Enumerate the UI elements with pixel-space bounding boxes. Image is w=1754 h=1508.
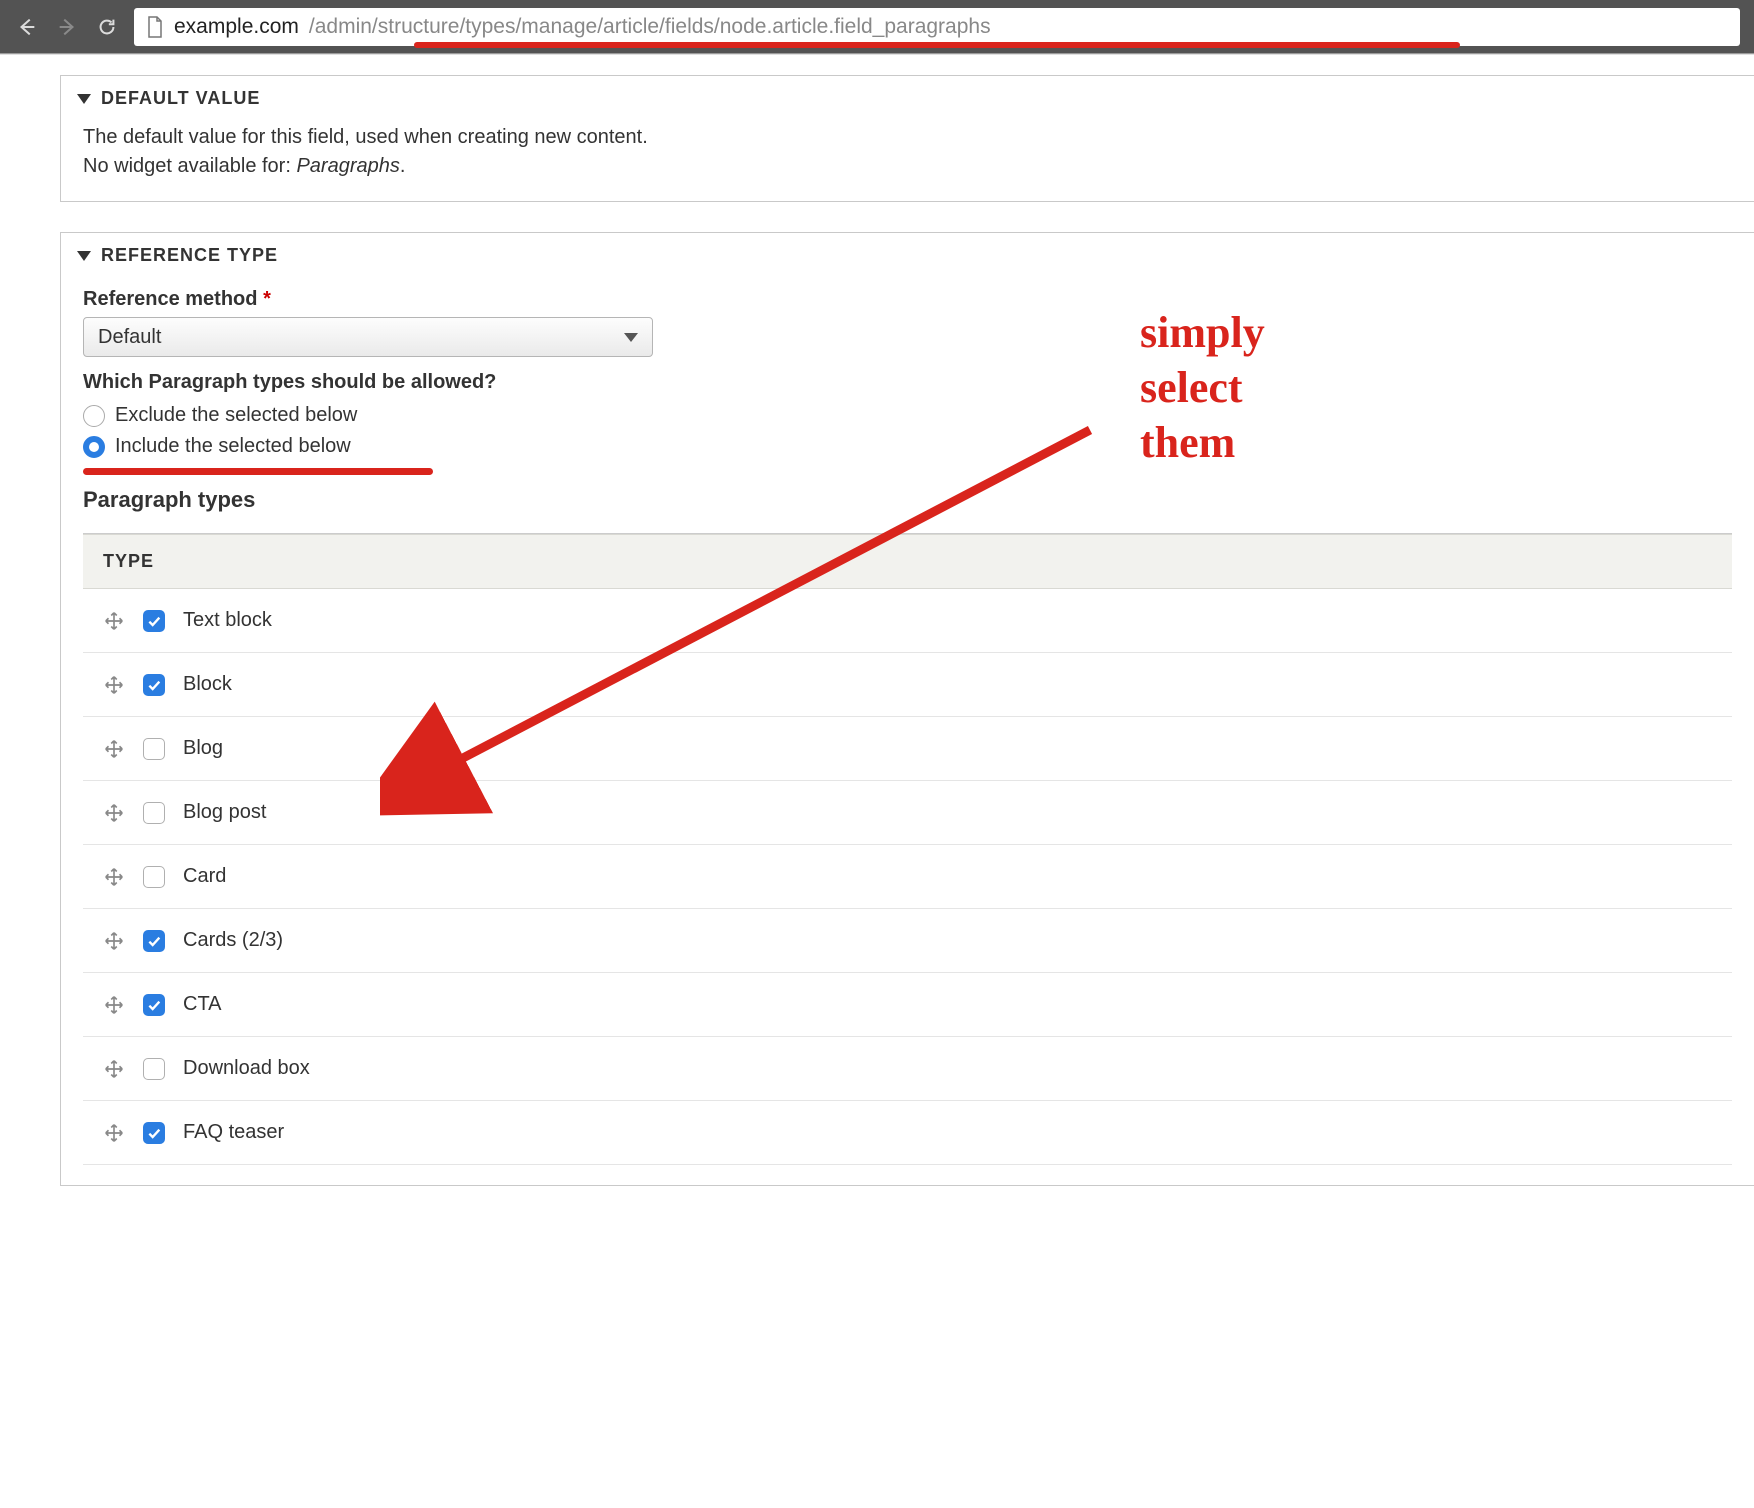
default-value-line2-em: Paragraphs — [296, 155, 399, 177]
drag-handle-icon[interactable] — [103, 738, 125, 760]
table-row: Cards (2/3) — [83, 909, 1732, 973]
allowed-types-question: Which Paragraph types should be allowed? — [83, 371, 1732, 394]
default-value-title: DEFAULT VALUE — [101, 88, 260, 109]
url-path: /admin/structure/types/manage/article/fi… — [309, 15, 991, 39]
drag-handle-icon[interactable] — [103, 866, 125, 888]
paragraph-type-checkbox[interactable] — [143, 802, 165, 824]
paragraph-type-checkbox[interactable] — [143, 738, 165, 760]
paragraph-type-checkbox[interactable] — [143, 930, 165, 952]
paragraph-type-label: Block — [183, 673, 232, 696]
paragraph-type-checkbox[interactable] — [143, 610, 165, 632]
reload-icon — [96, 16, 118, 38]
drag-handle-icon[interactable] — [103, 994, 125, 1016]
paragraph-type-checkbox[interactable] — [143, 1058, 165, 1080]
arrow-left-icon — [16, 16, 38, 38]
paragraph-type-label: FAQ teaser — [183, 1121, 284, 1144]
reference-type-title: REFERENCE TYPE — [101, 245, 278, 266]
arrow-right-icon — [56, 16, 78, 38]
paragraph-type-checkbox[interactable] — [143, 994, 165, 1016]
include-underline-annotation — [83, 468, 433, 475]
radio-include-label: Include the selected below — [115, 435, 351, 458]
paragraph-type-label: CTA — [183, 993, 222, 1016]
url-host: example.com — [174, 15, 299, 39]
table-row: Blog post — [83, 781, 1732, 845]
drag-handle-icon[interactable] — [103, 802, 125, 824]
radio-exclude-label: Exclude the selected below — [115, 404, 357, 427]
drag-handle-icon[interactable] — [103, 674, 125, 696]
paragraph-type-label: Card — [183, 865, 226, 888]
address-bar[interactable]: example.com/admin/structure/types/manage… — [134, 8, 1740, 46]
reference-type-legend[interactable]: REFERENCE TYPE — [61, 233, 1754, 276]
reference-method-value: Default — [98, 326, 161, 349]
table-row: Text block — [83, 589, 1732, 653]
table-row: CTA — [83, 973, 1732, 1037]
reference-method-label: Reference method * — [83, 288, 1732, 311]
table-row: FAQ teaser — [83, 1101, 1732, 1165]
default-value-line1: The default value for this field, used w… — [83, 123, 1732, 152]
radio-icon — [83, 405, 105, 427]
reference-method-select[interactable]: Default — [83, 317, 653, 357]
browser-toolbar: example.com/admin/structure/types/manage… — [0, 0, 1754, 53]
drag-handle-icon[interactable] — [103, 1122, 125, 1144]
radio-icon — [83, 436, 105, 458]
paragraph-type-label: Blog post — [183, 801, 266, 824]
paragraph-types-heading: Paragraph types — [83, 487, 1732, 513]
paragraph-type-label: Blog — [183, 737, 223, 760]
table-row: Blog — [83, 717, 1732, 781]
drag-handle-icon[interactable] — [103, 930, 125, 952]
default-value-line2: No widget available for: Paragraphs. — [83, 152, 1732, 181]
default-value-legend[interactable]: DEFAULT VALUE — [61, 76, 1754, 119]
reload-button[interactable] — [94, 14, 120, 40]
table-row: Download box — [83, 1037, 1732, 1101]
radio-include[interactable]: Include the selected below — [83, 431, 1732, 462]
page-icon — [146, 16, 164, 38]
required-indicator: * — [263, 288, 271, 310]
radio-exclude[interactable]: Exclude the selected below — [83, 400, 1732, 431]
reference-type-fieldset: REFERENCE TYPE Reference method * Defaul… — [60, 232, 1754, 1186]
drag-handle-icon[interactable] — [103, 610, 125, 632]
paragraph-type-checkbox[interactable] — [143, 866, 165, 888]
forward-button[interactable] — [54, 14, 80, 40]
disclosure-triangle-icon — [77, 251, 91, 261]
table-row: Block — [83, 653, 1732, 717]
default-value-line2-suffix: . — [400, 155, 406, 177]
paragraph-type-label: Cards (2/3) — [183, 929, 283, 952]
url-underline-annotation — [414, 42, 1460, 48]
table-row: Card — [83, 845, 1732, 909]
paragraph-type-checkbox[interactable] — [143, 1122, 165, 1144]
disclosure-triangle-icon — [77, 94, 91, 104]
back-button[interactable] — [14, 14, 40, 40]
paragraph-type-checkbox[interactable] — [143, 674, 165, 696]
table-header-type: TYPE — [83, 534, 1732, 589]
paragraph-type-label: Text block — [183, 609, 272, 632]
default-value-line2-prefix: No widget available for: — [83, 155, 296, 177]
chevron-down-icon — [624, 333, 638, 342]
paragraph-types-table: TYPE Text block Block Blog Blog post Card Car… — [83, 533, 1732, 1165]
default-value-fieldset: DEFAULT VALUE The default value for this… — [60, 75, 1754, 202]
drag-handle-icon[interactable] — [103, 1058, 125, 1080]
paragraph-type-label: Download box — [183, 1057, 310, 1080]
